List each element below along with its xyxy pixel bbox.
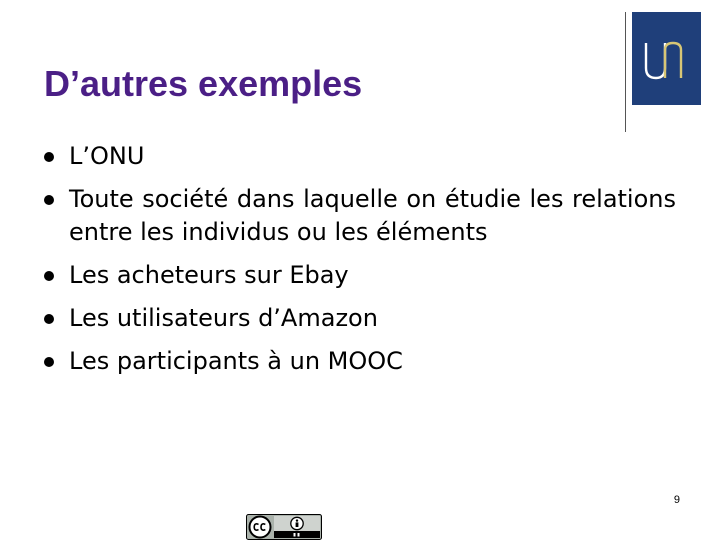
list-item: Les acheteurs sur Ebay bbox=[44, 259, 676, 292]
list-item: Les utilisateurs d’Amazon bbox=[44, 302, 676, 335]
bullet-dot-icon bbox=[44, 271, 54, 281]
bullet-text: Les acheteurs sur Ebay bbox=[69, 261, 349, 289]
slide-title: D’autres exemples bbox=[44, 63, 363, 104]
bullet-list: L’ONU Toute société dans laquelle on étu… bbox=[44, 140, 676, 388]
list-item: L’ONU bbox=[44, 140, 676, 173]
bullet-text: Les participants à un MOOC bbox=[69, 347, 403, 375]
bullet-text: Toute société dans laquelle on étudie le… bbox=[69, 185, 676, 246]
list-item: Toute société dans laquelle on étudie le… bbox=[44, 183, 676, 249]
bullet-dot-icon bbox=[44, 314, 54, 324]
bullet-text: L’ONU bbox=[69, 142, 145, 170]
creative-commons-by-icon bbox=[246, 514, 322, 540]
bullet-dot-icon bbox=[44, 195, 54, 205]
list-item: Les participants à un MOOC bbox=[44, 345, 676, 378]
page-number: 9 bbox=[673, 494, 680, 506]
logo-divider bbox=[625, 12, 626, 132]
bullet-dot-icon bbox=[44, 357, 54, 367]
bullet-text: Les utilisateurs d’Amazon bbox=[69, 304, 378, 332]
bullet-dot-icon bbox=[44, 152, 54, 162]
university-logo-icon bbox=[632, 12, 701, 105]
slide: D’autres exemples L’ONU Toute société da… bbox=[0, 0, 720, 540]
